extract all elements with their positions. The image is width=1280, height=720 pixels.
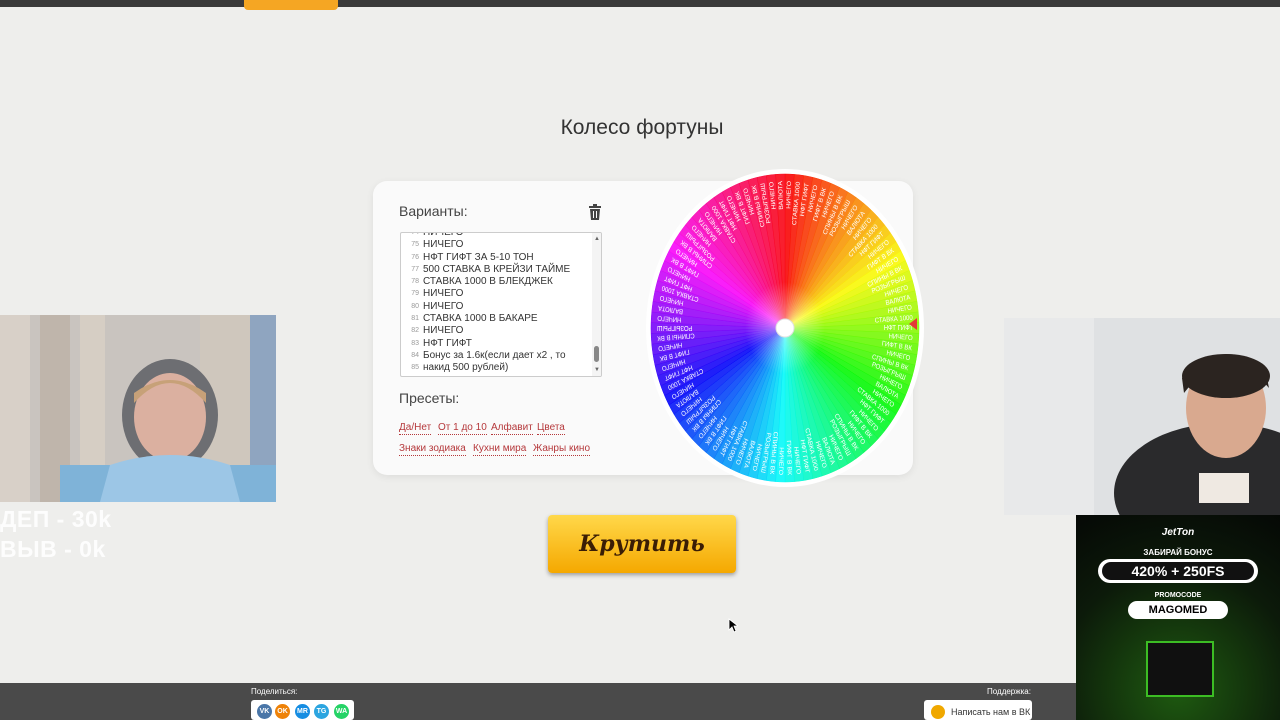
fortune-wheel[interactable]: НИЧЕГО СТАВКА 1000 НФТ ГИФТ НИЧЕГО ГИФТ В ВК… <box>646 168 924 488</box>
variant-text: СТАВКА 1000 В БАКАРЕ <box>423 313 538 325</box>
variants-label: Варианты: <box>399 203 468 219</box>
line-number: 74 <box>411 232 419 236</box>
wheel-hub <box>775 318 795 338</box>
share-label: Поделиться: <box>251 687 298 696</box>
spin-button[interactable]: Крутить <box>548 515 736 573</box>
scrollbar-thumb[interactable] <box>594 346 599 362</box>
preset-cuisines[interactable]: Кухни мира <box>473 443 527 456</box>
scroll-up-icon[interactable]: ▲ <box>594 236 600 242</box>
ok-icon[interactable]: OK <box>275 704 290 719</box>
wheel-segment-label: НИЧЕГО <box>777 447 784 475</box>
line-number: 83 <box>411 339 419 347</box>
banner-subtitle: ЗАБИРАЙ БОНУС <box>1143 548 1213 557</box>
preset-1-to-10[interactable]: От 1 до 10 <box>438 422 487 435</box>
preset-yes-no[interactable]: Да/Нет <box>399 422 432 435</box>
wheel-pointer <box>909 318 917 330</box>
variant-text: НФТ ГИФТ <box>423 337 472 349</box>
line-number: 75 <box>411 241 419 249</box>
preset-zodiac[interactable]: Знаки зодиака <box>399 443 466 456</box>
line-number: 80 <box>411 302 419 310</box>
variant-text: Бонус за 1.6к(если дает x2 , то <box>423 349 566 361</box>
jetton-logo: JetTon <box>1161 527 1195 538</box>
variant-text: НИЧЕГО <box>423 288 464 300</box>
preset-colors[interactable]: Цвета <box>537 422 565 435</box>
withdraw-stat: ВЫВ - 0k <box>0 536 106 562</box>
telegram-icon[interactable]: TG <box>314 704 329 719</box>
variant-line[interactable]: 74 НИЧЕГО <box>401 232 592 239</box>
textarea-scrollbar[interactable]: ▲ ▼ <box>592 233 601 376</box>
line-number: 82 <box>411 327 419 335</box>
wheel-segment-label: НИЧЕГО <box>786 181 793 209</box>
webcam-left <box>0 315 276 502</box>
variant-line[interactable]: 77 500 СТАВКА В КРЕЙЗИ ТАЙМЕ <box>401 264 592 276</box>
wheel-segment-label: ГИФТ В ВК <box>785 440 793 475</box>
whatsapp-icon[interactable]: WA <box>334 704 349 719</box>
variant-text: СТАВКА 1000 В БЛЕКДЖЕК <box>423 276 553 288</box>
variant-line[interactable]: 79 НИЧЕГО <box>401 288 592 300</box>
page-title: Колесо фортуны <box>560 116 724 139</box>
preset-alphabet[interactable]: Алфавит <box>491 422 533 435</box>
line-number: 77 <box>411 265 419 273</box>
cursor-icon <box>728 618 738 633</box>
promo-label: PROMOCODE <box>1154 592 1202 599</box>
line-number: 85 <box>411 364 419 372</box>
line-number: 84 <box>411 351 419 359</box>
variant-text: НИЧЕГО <box>423 325 464 337</box>
variant-line[interactable]: 85 накид 500 рублей) <box>401 362 592 374</box>
gift-box-icon <box>1146 641 1214 697</box>
line-number: 76 <box>411 253 419 261</box>
webcam-right <box>1004 318 1280 515</box>
variant-line[interactable]: 80 НИЧЕГО <box>401 301 592 313</box>
variant-text: НИЧЕГО <box>423 239 464 251</box>
support-avatar <box>931 705 945 719</box>
preset-movie-genres[interactable]: Жанры кино <box>533 443 591 456</box>
vk-chat-label: Написать нам в ВК <box>951 707 1031 717</box>
variant-text: НИЧЕГО <box>423 232 464 238</box>
active-nav-tab[interactable] <box>244 0 338 10</box>
line-number: 81 <box>411 315 419 323</box>
line-number: 78 <box>411 278 419 286</box>
wheel-segment-label: РОЗЫГРЫШ <box>657 324 693 331</box>
promo-code: MAGOMED <box>1128 601 1228 619</box>
variant-line[interactable]: 78 СТАВКА 1000 В БЛЕКДЖЕК <box>401 276 592 288</box>
variant-line[interactable]: 75 НИЧЕГО <box>401 239 592 251</box>
mailru-icon[interactable]: MR <box>295 704 310 719</box>
deposit-stat: ДЕП - 30k <box>0 506 112 532</box>
wheel-segment-label: ВАЛЮТА <box>777 180 784 210</box>
variant-line[interactable]: 76 НФТ ГИФТ ЗА 5-10 ТОН <box>401 252 592 264</box>
variant-line[interactable]: 81 СТАВКА 1000 В БАКАРЕ <box>401 313 592 325</box>
promo-banner[interactable]: JetTon ЗАБИРАЙ БОНУС 420% + 250FS PROMOC… <box>1076 515 1280 720</box>
support-label: Поддержка: <box>987 687 1031 696</box>
variant-line[interactable]: 83 НФТ ГИФТ <box>401 338 592 350</box>
variant-text: накид 500 рублей) <box>423 362 509 374</box>
variants-textarea[interactable]: 74 НИЧЕГО 75 НИЧЕГО 76 НФТ ГИФТ ЗА 5-10 ТОН 77… <box>400 232 602 377</box>
variant-text: НИЧЕГО <box>423 300 464 312</box>
top-navbar <box>0 0 1280 7</box>
variant-line[interactable]: 82 НИЧЕГО <box>401 325 592 337</box>
variant-text: НФТ ГИФТ ЗА 5-10 ТОН <box>423 251 534 263</box>
presets-label: Пресеты: <box>399 390 460 406</box>
variant-line[interactable]: 84 Бонус за 1.6к(если дает x2 , то <box>401 350 592 362</box>
line-number: 79 <box>411 290 419 298</box>
trash-icon[interactable] <box>588 204 602 220</box>
variant-text: 500 СТАВКА В КРЕЙЗИ ТАЙМЕ <box>423 263 571 275</box>
vk-icon[interactable]: VK <box>257 704 272 719</box>
offer-text: 420% + 250FS <box>1102 562 1254 580</box>
scroll-down-icon[interactable]: ▼ <box>594 367 600 373</box>
